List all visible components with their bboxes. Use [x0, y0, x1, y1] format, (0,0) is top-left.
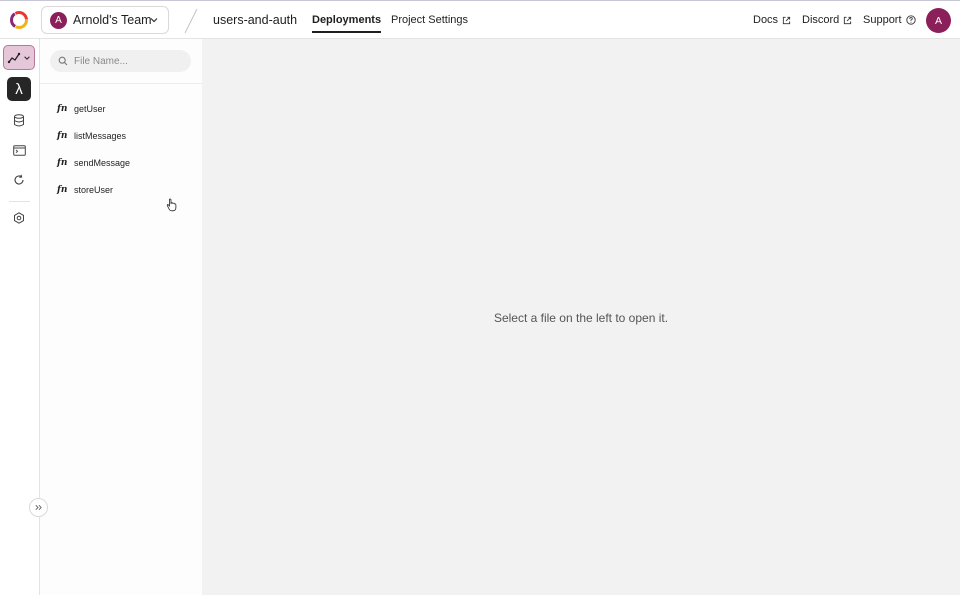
convex-logo-icon[interactable] — [9, 10, 29, 30]
discord-link-label: Discord — [802, 14, 840, 26]
file-search-box[interactable] — [50, 50, 191, 72]
chevron-down-icon — [24, 55, 30, 60]
help-circle-icon — [905, 15, 916, 25]
functions-nav-button[interactable]: λ — [7, 77, 31, 101]
file-item-listmessages[interactable]: fn listMessages — [57, 129, 126, 143]
empty-state-message: Select a file on the left to open it. — [493, 311, 669, 325]
user-avatar[interactable]: A — [926, 8, 951, 33]
function-icon: fn — [57, 131, 68, 141]
history-nav-button[interactable] — [7, 168, 31, 192]
lambda-icon: λ — [15, 80, 23, 98]
deployment-icon — [7, 52, 21, 63]
main-content: Select a file on the left to open it. — [202, 39, 960, 595]
function-icon: fn — [57, 158, 68, 168]
docs-link-label: Docs — [753, 14, 779, 26]
file-search-area — [40, 39, 202, 84]
function-icon: fn — [57, 185, 68, 195]
data-nav-button[interactable] — [7, 108, 31, 132]
file-search-input[interactable] — [74, 55, 184, 67]
team-avatar: A — [50, 11, 67, 29]
refresh-icon — [14, 174, 24, 185]
team-name: Arnold's Team — [73, 13, 152, 27]
file-name: getUser — [74, 104, 106, 114]
external-link-icon — [782, 16, 791, 24]
docs-link[interactable]: Docs — [753, 14, 791, 26]
support-link-label: Support — [863, 14, 902, 26]
terminal-window-icon — [12, 144, 26, 156]
settings-nav-button[interactable] — [7, 206, 31, 230]
rail-divider — [9, 201, 30, 202]
chevrons-right-icon — [35, 504, 42, 511]
breadcrumb-separator-icon — [184, 8, 198, 34]
file-item-getuser[interactable]: fn getUser — [57, 102, 106, 116]
gear-icon — [14, 212, 24, 224]
function-icon: fn — [57, 104, 68, 114]
file-name: storeUser — [74, 185, 114, 195]
project-name[interactable]: users-and-auth — [213, 13, 297, 27]
hand-pointer-cursor-icon — [166, 198, 177, 212]
database-icon — [14, 113, 24, 126]
tab-deployments[interactable]: Deployments — [312, 14, 382, 33]
file-item-sendmessage[interactable]: fn sendMessage — [57, 156, 130, 170]
external-link-icon — [844, 16, 852, 24]
file-panel: fn getUser fn listMessages fn sendMessag… — [40, 39, 202, 595]
team-selector[interactable]: A Arnold's Team — [41, 6, 169, 34]
tab-project-settings[interactable]: Project Settings — [391, 14, 468, 26]
file-item-storeuser[interactable]: fn storeUser — [57, 183, 113, 197]
top-header: A Arnold's Team users-and-auth Deploymen… — [0, 0, 960, 39]
support-link[interactable]: Support — [863, 14, 916, 26]
app-window: A Arnold's Team users-and-auth Deploymen… — [0, 0, 960, 595]
chevron-down-icon — [150, 18, 158, 23]
file-name: sendMessage — [74, 158, 131, 168]
expand-sidebar-button[interactable] — [29, 498, 48, 517]
file-name: listMessages — [74, 131, 127, 141]
discord-link[interactable]: Discord — [802, 14, 852, 26]
logs-nav-button[interactable] — [7, 138, 31, 162]
search-icon — [58, 56, 68, 66]
deployment-selector[interactable] — [3, 45, 35, 70]
